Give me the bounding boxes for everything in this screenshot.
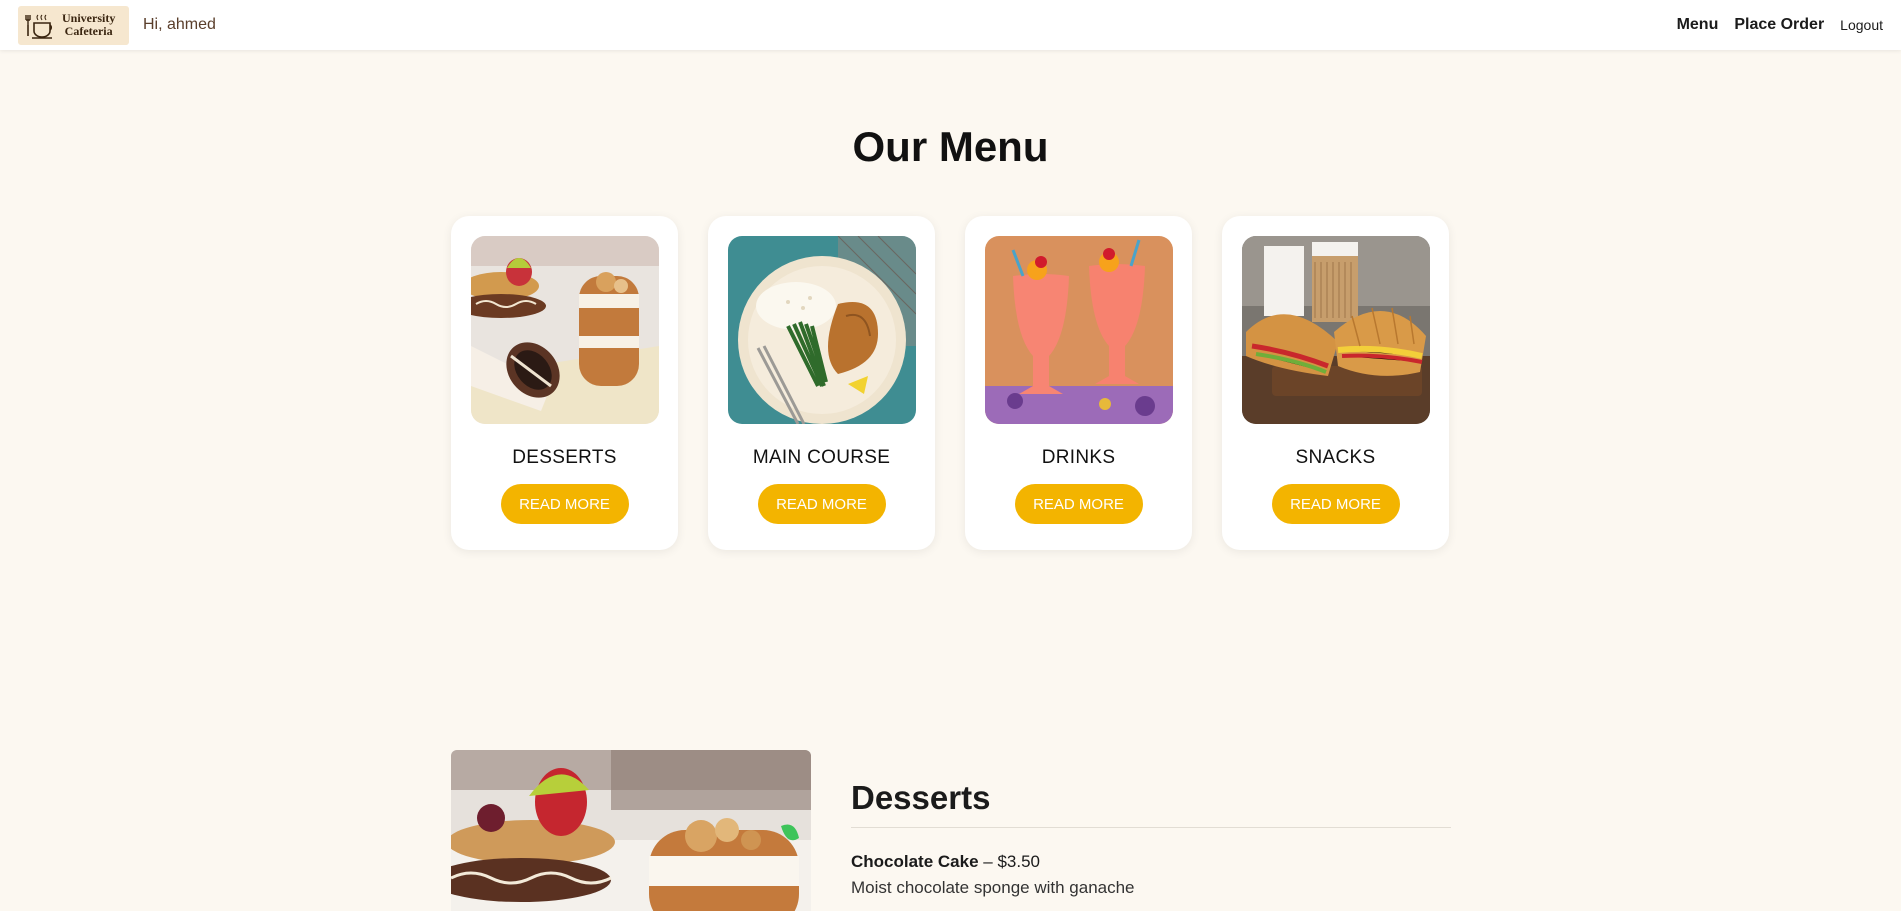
logout-link[interactable]: Logout: [1840, 17, 1883, 33]
desserts-photo: [470, 236, 659, 424]
menu-item-price: $3.50: [997, 852, 1040, 871]
menu-item-separator: –: [978, 852, 998, 871]
menu-item: Chocolate Cake – $3.50 Moist chocolate s…: [851, 852, 1451, 898]
page-title: Our Menu: [852, 123, 1049, 170]
section-title: Desserts: [851, 779, 991, 816]
nav-links: Menu Place Order Logout: [1677, 16, 1883, 34]
coffee-cup-icon: [25, 14, 52, 39]
category-title: DRINKS: [1041, 447, 1116, 468]
navbar: University Cafeteria Hi, ahmed Menu Plac…: [0, 0, 1901, 50]
drinks-photo: [984, 236, 1173, 424]
nav-link-place-order[interactable]: Place Order: [1734, 16, 1824, 34]
snacks-photo: [1241, 236, 1430, 424]
menu-item-description: Moist chocolate sponge with ganache: [851, 878, 1135, 897]
brand-name: University Cafeteria: [62, 12, 115, 38]
category-title: SNACKS: [1295, 447, 1376, 468]
read-more-button[interactable]: READ MORE: [1014, 484, 1143, 524]
brand-logo[interactable]: University Cafeteria: [18, 5, 129, 45]
brand-line-2: Cafeteria: [64, 24, 113, 38]
main-course-photo: [727, 236, 916, 424]
category-cards: DESSERTS READ MORE MAIN COURSE READ MORE…: [451, 216, 1449, 550]
desserts-section-photo: [451, 750, 811, 911]
menu-item-name: Chocolate Cake: [851, 852, 979, 871]
category-card-main-course: MAIN COURSE READ MORE: [708, 216, 935, 550]
read-more-button[interactable]: READ MORE: [757, 484, 886, 524]
category-title: DESSERTS: [512, 447, 617, 468]
category-card-snacks: SNACKS READ MORE: [1222, 216, 1449, 550]
category-card-desserts: DESSERTS READ MORE: [451, 216, 678, 550]
section-divider: [851, 827, 1451, 828]
category-title: MAIN COURSE: [752, 447, 891, 468]
category-card-drinks: DRINKS READ MORE: [965, 216, 1192, 550]
nav-link-menu[interactable]: Menu: [1677, 16, 1719, 34]
menu-item-line: Chocolate Cake – $3.50: [851, 852, 1451, 872]
read-more-button[interactable]: READ MORE: [1271, 484, 1400, 524]
read-more-button[interactable]: READ MORE: [500, 484, 629, 524]
user-greeting: Hi, ahmed: [143, 16, 216, 33]
